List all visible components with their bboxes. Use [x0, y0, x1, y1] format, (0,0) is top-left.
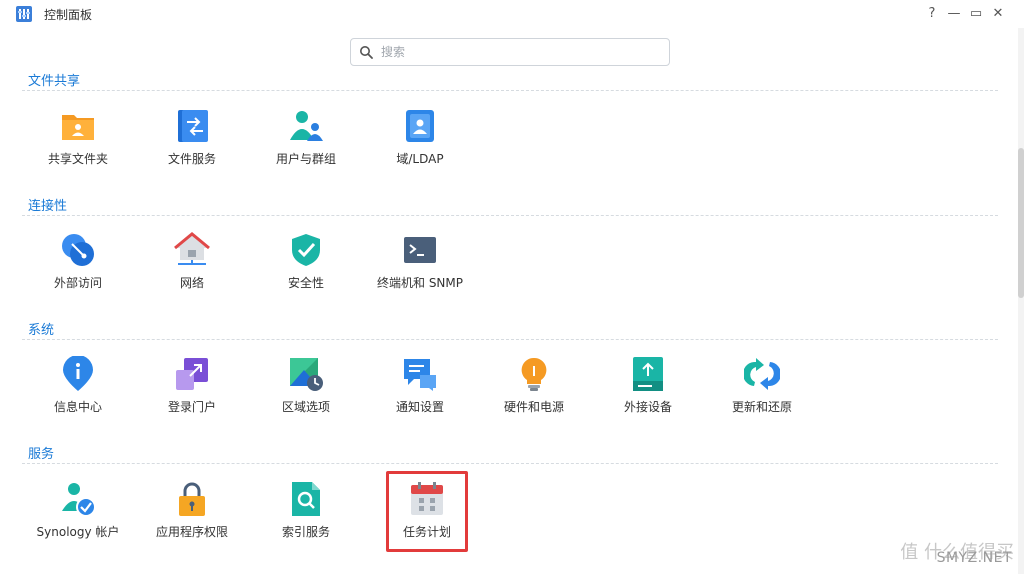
- domain-ldap-icon: [406, 110, 434, 142]
- refresh-arrows-icon: [744, 358, 780, 390]
- item-synology-account[interactable]: Synology 帐户: [23, 481, 133, 551]
- item-label: 文件服务: [167, 152, 216, 166]
- item-domain-ldap[interactable]: 域/LDAP: [365, 108, 475, 178]
- calendar-icon: [411, 482, 443, 515]
- item-label: 外部访问: [53, 276, 102, 290]
- search-box[interactable]: [350, 38, 670, 66]
- item-label: 硬件和电源: [503, 400, 564, 414]
- info-pin-icon: [63, 356, 93, 391]
- vertical-scrollbar[interactable]: [1018, 28, 1024, 574]
- item-user-groups[interactable]: 用户与群组: [251, 108, 361, 178]
- scrollbar-thumb[interactable]: [1018, 148, 1024, 298]
- login-portal-icon: [176, 358, 208, 390]
- item-label: 区域选项: [281, 400, 330, 414]
- section-title-file-sharing: 文件共享: [28, 74, 81, 89]
- file-services-icon: [178, 110, 208, 142]
- minimize-button[interactable]: —: [946, 4, 962, 22]
- section-title-connectivity: 连接性: [28, 199, 68, 214]
- item-label: 安全性: [287, 276, 324, 290]
- section-divider: [22, 339, 998, 340]
- item-label: 域/LDAP: [396, 152, 444, 166]
- watermark-site: SMYZ.NET: [936, 550, 1012, 566]
- item-shared-folder[interactable]: 共享文件夹: [23, 108, 133, 178]
- lightbulb-icon: [521, 357, 547, 391]
- item-security[interactable]: 安全性: [251, 232, 361, 302]
- item-file-services[interactable]: 文件服务: [137, 108, 247, 178]
- shield-icon: [292, 234, 320, 266]
- terminal-icon: [404, 237, 436, 263]
- maximize-button[interactable]: ▭: [968, 4, 984, 22]
- item-info-center[interactable]: 信息中心: [23, 356, 133, 426]
- item-external-access[interactable]: 外部访问: [23, 232, 133, 302]
- item-label: 网络: [179, 276, 204, 290]
- item-label: 用户与群组: [275, 152, 336, 166]
- watermark: 值 什么值得买 SMYZ.NET: [900, 538, 1014, 566]
- item-external-devices[interactable]: 外接设备: [593, 356, 703, 426]
- item-hardware-power[interactable]: 硬件和电源: [479, 356, 589, 426]
- section-title-system: 系统: [28, 323, 55, 338]
- item-label: 任务计划: [402, 525, 451, 539]
- item-task-scheduler[interactable]: 任务计划: [372, 481, 482, 551]
- item-login-portal[interactable]: 登录门户: [137, 356, 247, 426]
- user-group-icon: [290, 111, 323, 141]
- window-controls: ? — ▭ ✕: [924, 4, 1006, 22]
- control-panel-icon: [16, 6, 32, 22]
- section-divider: [22, 90, 998, 91]
- item-label: 索引服务: [281, 525, 330, 539]
- item-label: 登录门户: [167, 400, 216, 414]
- item-label: Synology 帐户: [36, 525, 120, 539]
- item-label: 外接设备: [623, 400, 672, 414]
- section-divider: [22, 215, 998, 216]
- network-house-icon: [174, 232, 210, 265]
- padlock-icon: [179, 482, 205, 516]
- window-title: 控制面板: [44, 8, 93, 22]
- synology-account-icon: [62, 483, 96, 517]
- item-label: 应用程序权限: [155, 525, 228, 539]
- item-label: 共享文件夹: [47, 152, 108, 166]
- search-icon: [360, 46, 373, 59]
- search-input[interactable]: [381, 45, 661, 59]
- item-network[interactable]: 网络: [137, 232, 247, 302]
- item-label: 信息中心: [53, 400, 102, 414]
- item-update-restore[interactable]: 更新和还原: [707, 356, 817, 426]
- item-terminal-snmp[interactable]: 终端机和 SNMP: [365, 232, 475, 302]
- item-regional-options[interactable]: 区域选项: [251, 356, 361, 426]
- external-device-icon: [633, 357, 663, 391]
- item-label: 更新和还原: [731, 400, 792, 414]
- item-notification-settings[interactable]: 通知设置: [365, 356, 475, 426]
- section-divider: [22, 463, 998, 464]
- external-access-icon: [62, 234, 94, 266]
- section-title-services: 服务: [28, 447, 55, 462]
- item-indexing-service[interactable]: 索引服务: [251, 481, 361, 551]
- item-label: 终端机和 SNMP: [377, 276, 463, 290]
- shared-folder-icon: [62, 115, 94, 140]
- notification-chat-icon: [404, 359, 436, 391]
- item-app-privileges[interactable]: 应用程序权限: [137, 481, 247, 551]
- close-button[interactable]: ✕: [990, 4, 1006, 22]
- regional-options-icon: [290, 358, 323, 391]
- help-button[interactable]: ?: [924, 4, 940, 22]
- index-search-icon: [292, 482, 320, 516]
- title-bar: 控制面板 ? — ▭ ✕: [0, 0, 1024, 28]
- item-label: 通知设置: [395, 400, 444, 414]
